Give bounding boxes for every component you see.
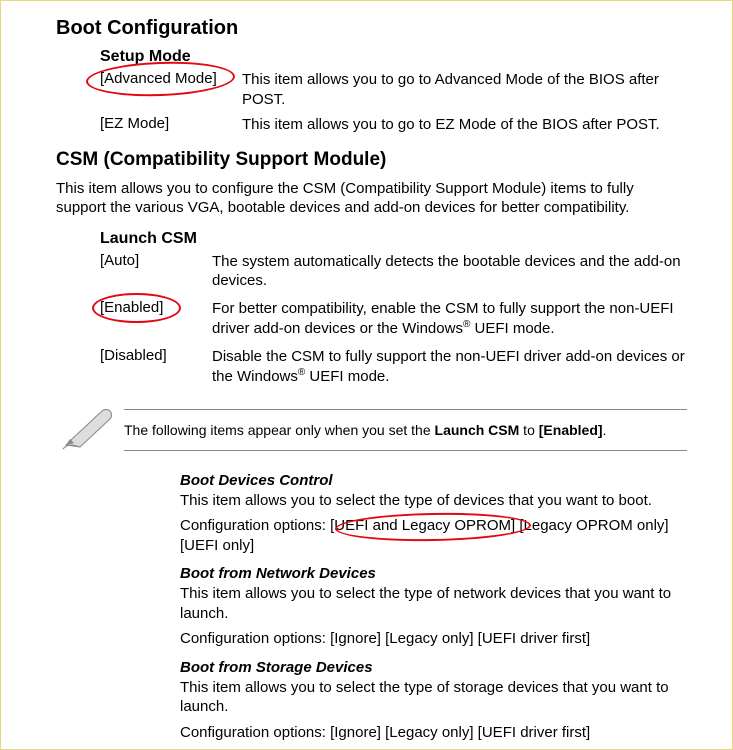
boot-storage-heading: Boot from Storage Devices: [180, 659, 687, 676]
option-label-text: [Advanced Mode]: [100, 70, 217, 87]
pencil-icon: [58, 403, 118, 458]
option-ez-mode: [EZ Mode]: [100, 115, 242, 135]
desc-pre: For better compatibility, enable the CSM…: [212, 300, 674, 338]
desc-post: UEFI mode.: [305, 368, 389, 385]
boot-network-config: Configuration options: [Ignore] [Legacy …: [180, 629, 687, 649]
note-bold: [Enabled]: [539, 422, 603, 438]
option-auto: [Auto]: [100, 252, 212, 291]
config-option-highlighted: [UEFI and Legacy OPROM]: [330, 517, 515, 534]
launch-csm-heading: Launch CSM: [100, 230, 687, 248]
desc-pre: Disable the CSM to fully support the non…: [212, 348, 685, 386]
boot-devices-control-heading: Boot Devices Control: [180, 472, 687, 489]
option-enabled: [Enabled]: [100, 299, 212, 339]
option-desc: Disable the CSM to fully support the non…: [212, 347, 687, 387]
boot-network-heading: Boot from Network Devices: [180, 565, 687, 582]
divider-line: [124, 450, 687, 451]
boot-devices-desc: This item allows you to select the type …: [180, 491, 687, 511]
boot-devices-config: Configuration options: [UEFI and Legacy …: [180, 516, 687, 555]
csm-heading: CSM (Compatibility Support Module): [56, 149, 687, 171]
note-text-part: to: [519, 422, 538, 438]
option-disabled: [Disabled]: [100, 347, 212, 387]
option-row: [Enabled] For better compatibility, enab…: [100, 299, 687, 339]
note-block: The following items appear only when you…: [58, 403, 687, 458]
desc-post: UEFI mode.: [470, 320, 554, 337]
option-row: [Disabled] Disable the CSM to fully supp…: [100, 347, 687, 387]
boot-storage-desc: This item allows you to select the type …: [180, 678, 687, 717]
option-row: [EZ Mode] This item allows you to go to …: [100, 115, 687, 135]
setup-mode-heading: Setup Mode: [100, 48, 687, 66]
option-advanced-mode: [Advanced Mode]: [100, 70, 242, 109]
config-prefix: Configuration options:: [180, 517, 330, 534]
csm-description: This item allows you to configure the CS…: [56, 179, 687, 218]
boot-configuration-heading: Boot Configuration: [56, 17, 687, 40]
note-text: The following items appear only when you…: [124, 410, 687, 450]
boot-network-desc: This item allows you to select the type …: [180, 584, 687, 623]
note-text-part: .: [603, 422, 607, 438]
option-row: [Advanced Mode] This item allows you to …: [100, 70, 687, 109]
option-desc: This item allows you to go to Advanced M…: [242, 70, 687, 109]
option-label-text: [Enabled]: [100, 299, 163, 316]
option-desc: The system automatically detects the boo…: [212, 252, 687, 291]
note-content: The following items appear only when you…: [124, 409, 687, 451]
option-row: [Auto] The system automatically detects …: [100, 252, 687, 291]
option-desc: For better compatibility, enable the CSM…: [212, 299, 687, 339]
note-bold: Launch CSM: [435, 422, 520, 438]
note-text-part: The following items appear only when you…: [124, 422, 435, 438]
option-desc: This item allows you to go to EZ Mode of…: [242, 115, 687, 135]
boot-storage-config: Configuration options: [Ignore] [Legacy …: [180, 723, 687, 743]
sub-sections: Boot Devices Control This item allows yo…: [180, 472, 687, 743]
document-page: Boot Configuration Setup Mode [Advanced …: [0, 0, 733, 750]
